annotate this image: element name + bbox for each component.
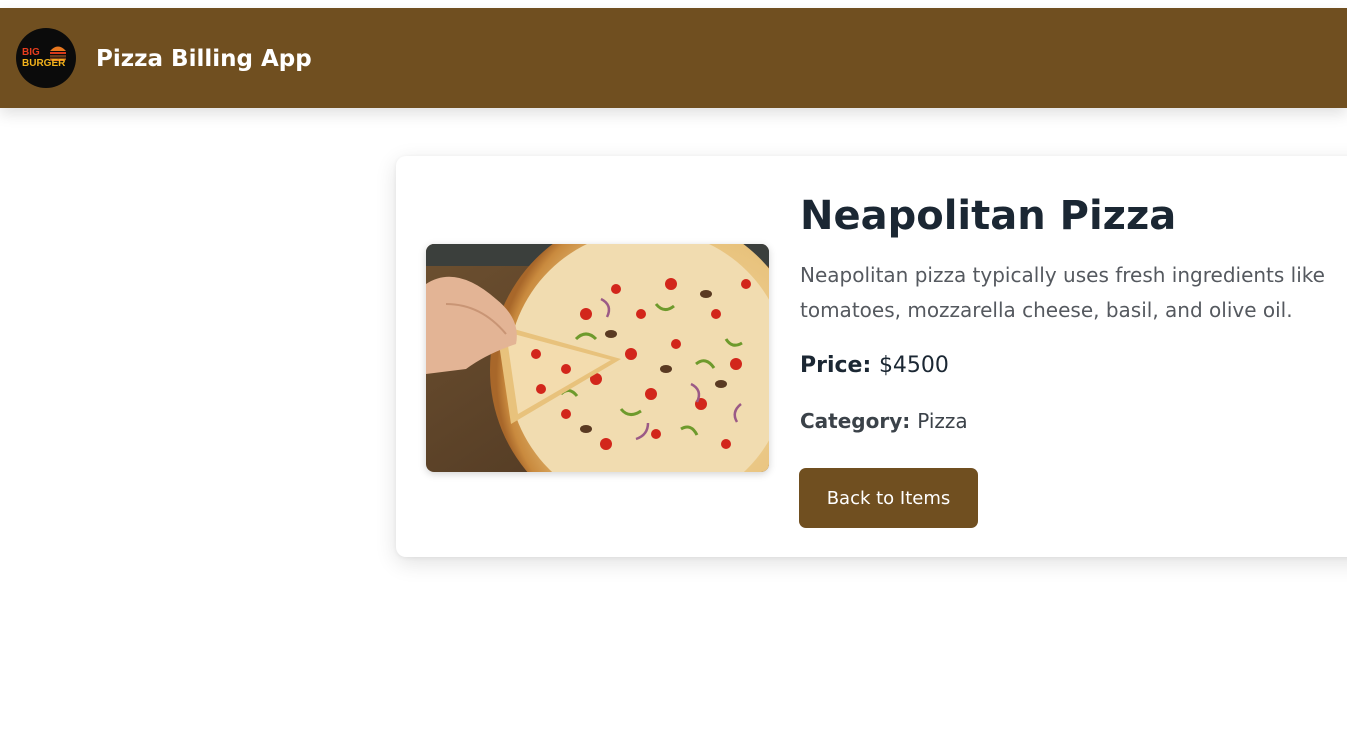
category-label: Category: xyxy=(800,409,918,433)
back-to-items-button[interactable]: Back to Items xyxy=(799,468,978,528)
pizza-image xyxy=(426,244,769,472)
item-detail-card: Neapolitan Pizza Neapolitan pizza typica… xyxy=(396,156,1347,557)
navbar: BIG BURGER Pizza Billing App xyxy=(0,8,1347,108)
price-value: $4500 xyxy=(878,353,949,378)
app-title[interactable]: Pizza Billing App xyxy=(96,44,312,74)
item-name: Neapolitan Pizza xyxy=(800,193,1177,239)
logo-text-line2: BURGER xyxy=(22,58,66,69)
logo-text: BIG BURGER xyxy=(22,47,70,69)
category-row: Category: Pizza xyxy=(800,406,968,436)
price-label: Price: xyxy=(800,353,879,378)
item-description: Neapolitan pizza typically uses fresh in… xyxy=(800,263,1325,322)
logo-text-line1: BIG xyxy=(22,47,40,58)
price-row: Price: $4500 xyxy=(800,350,949,382)
brand-logo[interactable]: BIG BURGER xyxy=(16,28,76,88)
top-strip xyxy=(0,0,1347,8)
pizza-photo-icon xyxy=(426,244,769,472)
category-value: Pizza xyxy=(917,409,968,433)
